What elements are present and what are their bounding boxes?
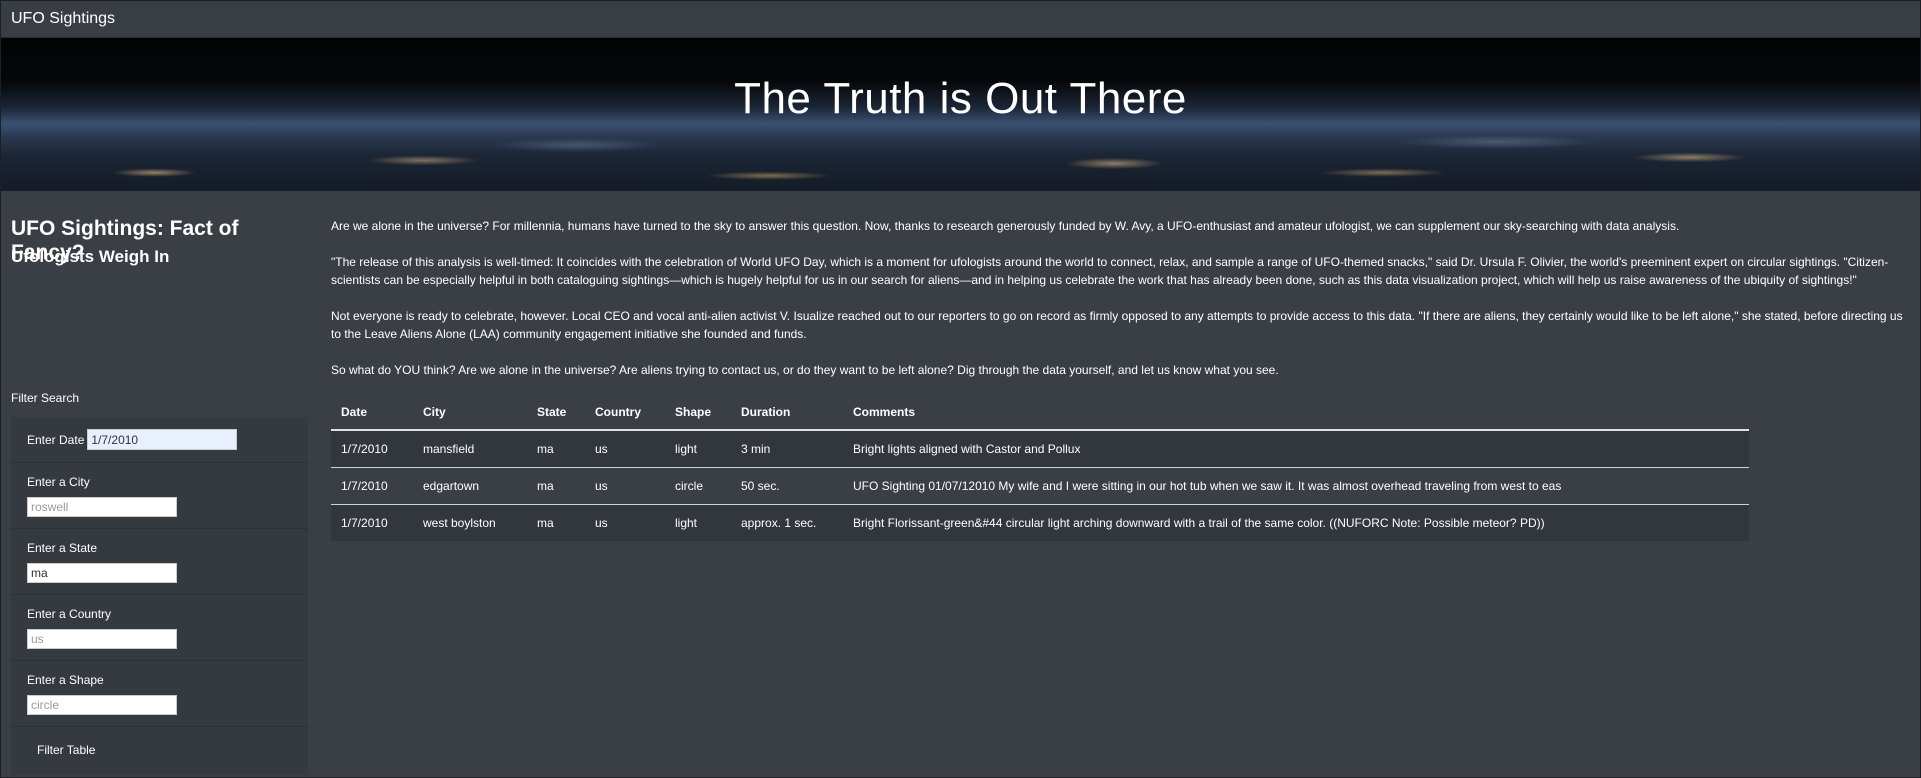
cell-shape: light: [665, 503, 731, 541]
filter-search-title: Filter Search: [11, 391, 80, 405]
filter-item-date: Enter Date: [11, 417, 308, 463]
shape-label: Enter a Shape: [27, 673, 104, 687]
cell-country: us: [585, 503, 665, 541]
column-header-country: Country: [585, 395, 665, 431]
column-header-comments: Comments: [843, 395, 1749, 431]
hero-banner: The Truth is Out There: [1, 38, 1920, 191]
cell-city: west boylston: [413, 503, 527, 541]
date-input[interactable]: [87, 429, 238, 450]
column-header-city: City: [413, 395, 527, 431]
cell-date: 1/7/2010: [331, 430, 413, 467]
country-input[interactable]: [27, 629, 177, 649]
article-paragraph-4: So what do YOU think? Are we alone in th…: [331, 363, 1279, 377]
article-paragraph-2: "The release of this analysis is well-ti…: [331, 255, 1889, 287]
table-row: 1/7/2010 edgartown ma us circle 50 sec. …: [331, 466, 1749, 504]
filter-table-button[interactable]: Filter Table: [37, 743, 95, 757]
country-label: Enter a Country: [27, 607, 112, 621]
cell-duration: 50 sec.: [731, 466, 843, 504]
filter-item-city: Enter a City: [11, 463, 308, 529]
article-paragraph-3: Not everyone is ready to celebrate, howe…: [331, 309, 1903, 341]
cell-shape: light: [665, 430, 731, 467]
state-label: Enter a State: [27, 541, 98, 555]
column-header-state: State: [527, 395, 585, 431]
column-header-duration: Duration: [731, 395, 843, 431]
cell-state: ma: [527, 430, 585, 467]
cell-shape: circle: [665, 466, 731, 504]
column-header-date: Date: [331, 395, 413, 431]
navbar: UFO Sightings: [1, 1, 1920, 38]
city-input[interactable]: [27, 497, 177, 517]
cell-comments: Bright lights aligned with Castor and Po…: [843, 430, 1749, 467]
cell-comments: UFO Sighting 01/07/12010 My wife and I w…: [843, 466, 1749, 504]
cell-city: edgartown: [413, 466, 527, 504]
cell-duration: approx. 1 sec.: [731, 503, 843, 541]
cell-date: 1/7/2010: [331, 503, 413, 541]
table-row: 1/7/2010 west boylston ma us light appro…: [331, 503, 1749, 541]
cell-comments: Bright Florissant-green&#44 circular lig…: [843, 503, 1749, 541]
sidebar: UFO Sightings: Fact of Fancy? Ufologists…: [1, 191, 309, 777]
filter-item-country: Enter a Country: [11, 595, 308, 661]
filter-panel: Enter Date Enter a City Enter a State En…: [11, 417, 308, 775]
article-subhead: Ufologists Weigh In: [11, 247, 170, 266]
filter-item-shape: Enter a Shape: [11, 661, 308, 727]
cell-city: mansfield: [413, 430, 527, 467]
shape-input[interactable]: [27, 695, 177, 715]
cell-date: 1/7/2010: [331, 466, 413, 504]
sightings-table: Date City State Country Shape Duration C…: [331, 395, 1749, 541]
column-header-shape: Shape: [665, 395, 731, 431]
cell-country: us: [585, 466, 665, 504]
cell-country: us: [585, 430, 665, 467]
article-paragraph-1: Are we alone in the universe? For millen…: [331, 219, 1680, 233]
state-input[interactable]: [27, 563, 177, 583]
cell-state: ma: [527, 503, 585, 541]
cell-state: ma: [527, 466, 585, 504]
table-header-row: Date City State Country Shape Duration C…: [331, 395, 1749, 431]
filter-item-state: Enter a State: [11, 529, 308, 595]
table-row: 1/7/2010 mansfield ma us light 3 min Bri…: [331, 430, 1749, 467]
brand-link[interactable]: UFO Sightings: [11, 10, 115, 28]
date-label: Enter Date: [27, 432, 85, 447]
hero-title: The Truth is Out There: [734, 74, 1187, 123]
cell-duration: 3 min: [731, 430, 843, 467]
city-label: Enter a City: [27, 475, 90, 489]
